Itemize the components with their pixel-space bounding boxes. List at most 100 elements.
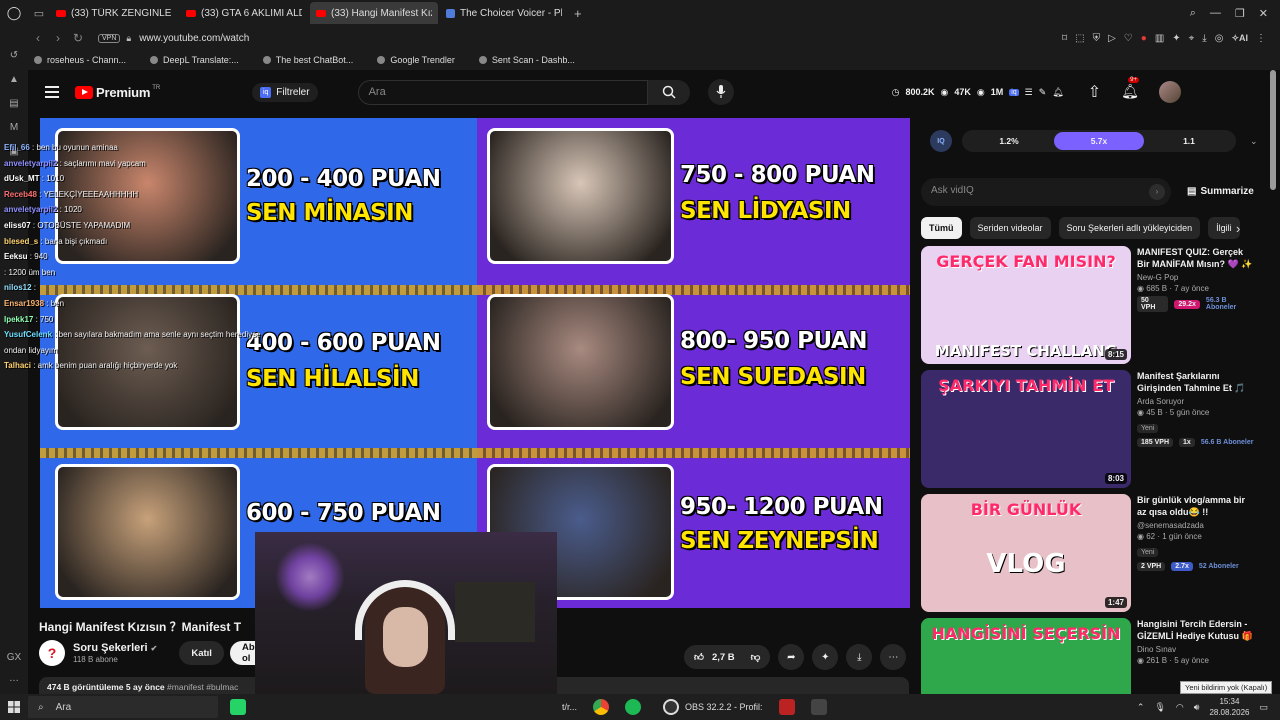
- play-icon[interactable]: ▷: [1108, 33, 1116, 44]
- video-thumbnail[interactable]: GERÇEK FAN MISIN? MANIFEST CHALLANG 8:15: [921, 246, 1131, 364]
- capcut-icon[interactable]: [778, 699, 795, 715]
- bookmark-item[interactable]: The best ChatBot...: [262, 55, 353, 65]
- chip-uploader[interactable]: Soru Şekerleri adlı yükleyiciden: [1058, 217, 1201, 239]
- upload-icon[interactable]: ⇧: [1088, 82, 1101, 102]
- mic-button[interactable]: [707, 79, 734, 105]
- forward-icon[interactable]: ›: [48, 31, 68, 45]
- search-input[interactable]: Ara: [357, 79, 648, 105]
- download-icon[interactable]: ⤓: [1202, 33, 1206, 44]
- video-thumbnail[interactable]: ŞARKIYI TAHMİN ET 8:03: [921, 370, 1131, 488]
- recommended-video[interactable]: GERÇEK FAN MISIN? MANIFEST CHALLANG 8:15 MA…: [921, 246, 1252, 366]
- hashtags[interactable]: #manifest #bulmac: [167, 682, 238, 692]
- clock[interactable]: 15:34 28.08.2026: [1209, 696, 1249, 718]
- chevron-right-icon[interactable]: ›: [1236, 221, 1240, 236]
- vidiq-icon[interactable]: IQ: [930, 130, 952, 152]
- summarize-button[interactable]: ▤ Summarize: [1187, 186, 1254, 197]
- snapshot-icon[interactable]: ◎: [1215, 33, 1224, 44]
- ask-vidiq-input[interactable]: Ask vidIQ ›: [921, 178, 1171, 206]
- shield-icon[interactable]: ⛨: [1093, 33, 1101, 44]
- partial-app-label[interactable]: t/r...: [562, 702, 577, 712]
- recommended-video[interactable]: BİR GÜNLÜK VLOG 1:47 Bir günlük vlog/amma b…: [921, 494, 1251, 614]
- minimize-icon[interactable]: —: [1210, 7, 1221, 20]
- chip-related[interactable]: İlgili: [1208, 217, 1240, 239]
- stats-icon[interactable]: ▥: [1155, 33, 1164, 44]
- vidiq-icon[interactable]: iq: [1009, 88, 1019, 96]
- heart-icon[interactable]: ♡: [1124, 33, 1133, 44]
- channel-name[interactable]: Dino Sınav: [1137, 645, 1257, 654]
- video-title[interactable]: Manifest Şarkılarını Girişinden Tahmine …: [1137, 370, 1257, 394]
- bell-outline-icon[interactable]: 🔔︎: [1052, 87, 1063, 98]
- notification-center-icon[interactable]: ▭: [1259, 702, 1268, 713]
- notifications-button[interactable]: 🔔︎ 9+: [1121, 77, 1139, 101]
- download-button[interactable]: ⤓: [846, 644, 873, 670]
- trophy-icon[interactable]: ✎: [1039, 87, 1047, 98]
- like-dislike[interactable]: 👍︎ 2,7 B 👎︎: [684, 645, 771, 669]
- chrome-icon[interactable]: [593, 699, 610, 715]
- bookmark-item[interactable]: Google Trendler: [377, 55, 455, 65]
- app-icon[interactable]: [810, 699, 827, 715]
- messenger-icon[interactable]: M: [10, 122, 18, 133]
- tab-1[interactable]: (33) TÜRK ZENGİNLERDEN: [50, 2, 178, 24]
- send-icon[interactable]: ›: [1149, 184, 1165, 200]
- chevron-down-icon[interactable]: ⌄: [1250, 136, 1258, 147]
- channel-name[interactable]: New-G Pop: [1137, 273, 1257, 282]
- lock-icon[interactable]: 🔒︎: [126, 33, 131, 44]
- video-thumbnail[interactable]: BİR GÜNLÜK VLOG 1:47: [921, 494, 1131, 612]
- filters-button[interactable]: iq Filtreler: [252, 82, 318, 102]
- reload-icon[interactable]: ↻: [68, 31, 88, 45]
- chevron-up-icon[interactable]: ⌃: [1137, 702, 1145, 713]
- ask-button[interactable]: ✦: [812, 644, 839, 670]
- list-icon[interactable]: ☰: [1025, 87, 1033, 98]
- more-button[interactable]: ⋯: [880, 644, 907, 670]
- aria-icon[interactable]: ▲: [9, 74, 19, 85]
- more-icon[interactable]: …: [9, 673, 19, 684]
- bookmark-item[interactable]: roseheus - Chann...: [34, 55, 126, 65]
- taskbar-search[interactable]: ⌕ Ara: [28, 696, 218, 718]
- opera-logo-icon[interactable]: ◯: [0, 5, 28, 21]
- gx-icon[interactable]: GX: [7, 652, 21, 663]
- wallet-icon[interactable]: ▤: [9, 98, 18, 109]
- vpn-badge[interactable]: VPN: [98, 33, 121, 43]
- url-field[interactable]: www.youtube.com/watch: [139, 33, 249, 44]
- tab-list-icon[interactable]: ▭: [28, 7, 50, 20]
- obs-window[interactable]: OBS 32.2.2 - Profil:: [663, 699, 763, 715]
- avatar[interactable]: [1158, 81, 1181, 103]
- tab-4[interactable]: The Choicer Voicer - Play C: [440, 2, 568, 24]
- search-button[interactable]: [647, 79, 690, 105]
- chip-series[interactable]: Seriden videolar: [969, 217, 1051, 239]
- wifi-icon[interactable]: ◠: [1176, 702, 1184, 713]
- ai-button[interactable]: ✧AI: [1231, 33, 1248, 44]
- youtube-logo[interactable]: Premium TR: [75, 85, 160, 100]
- speed-option-2[interactable]: 5.7x: [1054, 132, 1144, 150]
- screenshot-icon[interactable]: ⬚: [1075, 33, 1084, 44]
- channel-name[interactable]: @senemasadzada: [1137, 521, 1257, 530]
- video-title[interactable]: Hangisini Tercih Edersin - GİZEMLİ Hediy…: [1137, 618, 1257, 642]
- bookmark-item[interactable]: DeepL Translate:...: [150, 55, 239, 65]
- recommended-video[interactable]: ŞARKIYI TAHMİN ET 8:03 Manifest Şarkıların…: [921, 370, 1253, 490]
- volume-icon[interactable]: 🔊︎: [1194, 702, 1200, 713]
- menu-icon[interactable]: ⋮: [1256, 33, 1266, 44]
- history-icon[interactable]: ↺: [10, 50, 18, 61]
- speed-option-3[interactable]: 1.1: [1144, 132, 1234, 150]
- join-button[interactable]: Katıl: [179, 641, 224, 665]
- record-icon[interactable]: ●: [1141, 33, 1147, 44]
- channel-name[interactable]: Arda Soruyor: [1137, 397, 1257, 406]
- dislike-icon[interactable]: 👎︎: [751, 651, 761, 663]
- new-tab-button[interactable]: +: [574, 6, 582, 21]
- video-title[interactable]: MANIFEST QUIZ: Gerçek Bir MANİFAM Mısın?…: [1137, 246, 1257, 270]
- share-button[interactable]: ➦: [778, 644, 805, 670]
- video-title[interactable]: Bir günlük vlog/amma bir az qısa oldu😂 !…: [1137, 494, 1257, 518]
- chip-all[interactable]: Tümü: [921, 217, 962, 239]
- speed-option-1[interactable]: 1.2%: [964, 132, 1054, 150]
- tab-3-active[interactable]: (33) Hangi Manifest Kızısı: [310, 2, 438, 24]
- back-icon[interactable]: ‹: [28, 31, 48, 45]
- hamburger-menu-icon[interactable]: [45, 86, 59, 98]
- bookmark-icon[interactable]: ⌑: [1062, 33, 1067, 44]
- pin-icon[interactable]: ⌖: [1189, 33, 1195, 44]
- whatsapp-icon[interactable]: [230, 699, 246, 715]
- close-icon[interactable]: ✕: [1259, 7, 1268, 20]
- mic-icon[interactable]: 🎙︎: [1154, 702, 1165, 713]
- spotify-icon[interactable]: [625, 699, 642, 715]
- maximize-icon[interactable]: ❐: [1235, 7, 1245, 20]
- channel-avatar[interactable]: ?: [39, 640, 65, 666]
